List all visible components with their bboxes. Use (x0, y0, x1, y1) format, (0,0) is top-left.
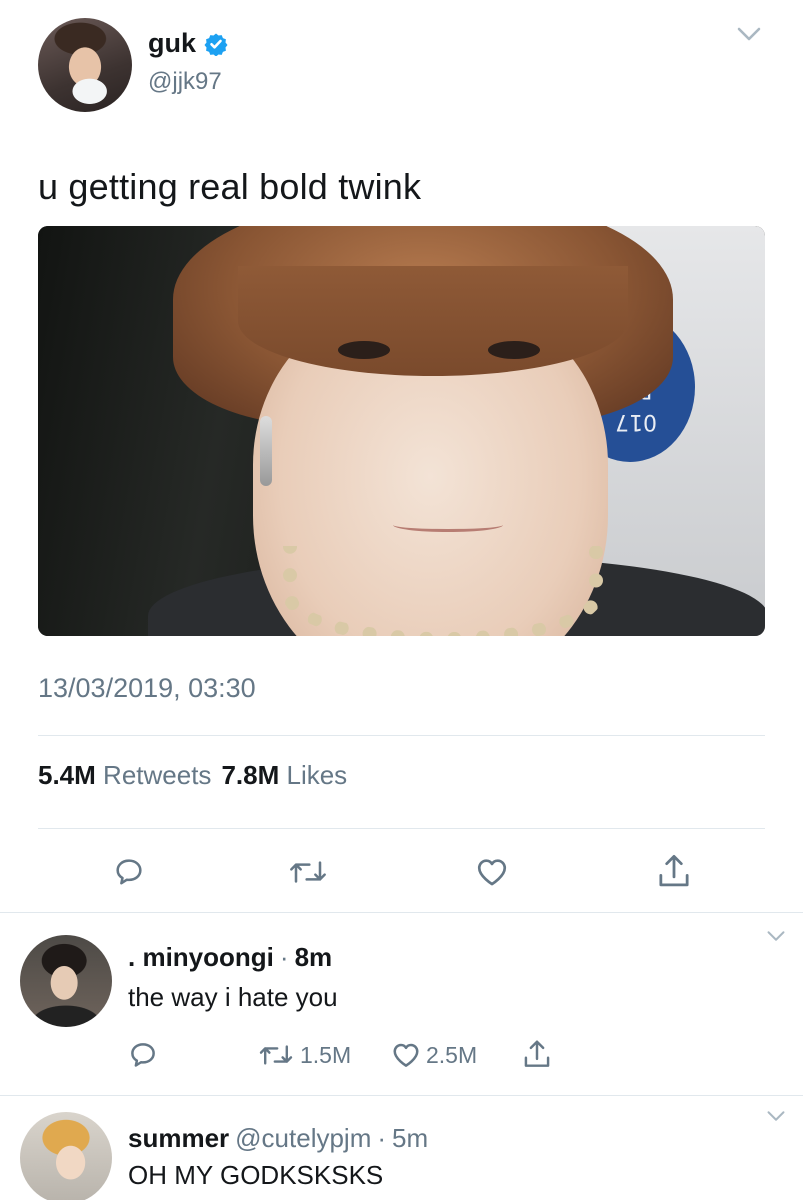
author-name-row: guk (148, 28, 228, 59)
chevron-down-icon[interactable] (765, 1110, 787, 1122)
reply-header: . minyoongi · 8m (128, 942, 332, 973)
reply-text: the way i hate you (128, 982, 338, 1012)
chevron-down-icon[interactable] (737, 26, 761, 42)
like-icon[interactable] (474, 855, 510, 889)
tweet-text: u getting real bold twink (38, 166, 422, 207)
thread-divider (0, 1095, 803, 1096)
reply-handle[interactable]: @cutelypjm (235, 1123, 371, 1154)
reply-icon[interactable] (112, 856, 146, 888)
photo-earring (260, 416, 272, 486)
reply-display-name[interactable]: . minyoongi (128, 942, 274, 973)
tweet-actions (0, 850, 803, 894)
retweets-stat[interactable]: 5.4M Retweets (38, 760, 211, 791)
share-icon[interactable] (522, 1038, 552, 1070)
reply-actions: 1.5M 2.5M (128, 1040, 768, 1070)
reply-retweet-count: 1.5M (300, 1042, 352, 1068)
photo-fringe (238, 266, 628, 376)
separator-dot: · (279, 942, 289, 972)
reply-author-avatar[interactable] (20, 1112, 112, 1200)
author-display-name[interactable]: guk (148, 28, 196, 59)
like-icon[interactable] (390, 1040, 422, 1070)
chevron-down-icon[interactable] (765, 930, 787, 942)
divider (38, 735, 765, 736)
reply-time[interactable]: 5m (392, 1123, 428, 1154)
reply-like-count: 2.5M (426, 1042, 478, 1068)
reply-header: summer @cutelypjm · 5m (128, 1123, 428, 1154)
reply-time[interactable]: 8m (295, 942, 333, 973)
reply-text: OH MY GODKSKSKS (128, 1160, 384, 1190)
author-avatar[interactable] (38, 18, 132, 112)
photo-chain (283, 546, 603, 636)
divider (38, 828, 765, 829)
separator-dot: · (377, 1123, 387, 1153)
photo-mouth (393, 518, 503, 532)
verified-badge-icon (204, 33, 228, 56)
photo-eye-right (488, 341, 540, 359)
tweet-timestamp[interactable]: 13/03/2019, 03:30 (38, 673, 256, 704)
likes-stat[interactable]: 7.8M Likes (221, 760, 347, 791)
photo-eye-left (338, 341, 390, 359)
retweet-icon[interactable] (258, 1040, 294, 1070)
reply-display-name[interactable]: summer (128, 1123, 229, 1154)
author-handle[interactable]: @jjk97 (148, 68, 222, 96)
tweet-photo[interactable]: 017 RO 2/2 (38, 226, 765, 636)
reply-author-avatar[interactable] (20, 935, 112, 1027)
retweet-icon[interactable] (287, 856, 329, 888)
reply-icon[interactable] (128, 1040, 158, 1070)
engagement-counts: 5.4M Retweets 7.8M Likes (38, 760, 347, 791)
share-icon[interactable] (656, 852, 692, 890)
thread-divider (0, 912, 803, 913)
